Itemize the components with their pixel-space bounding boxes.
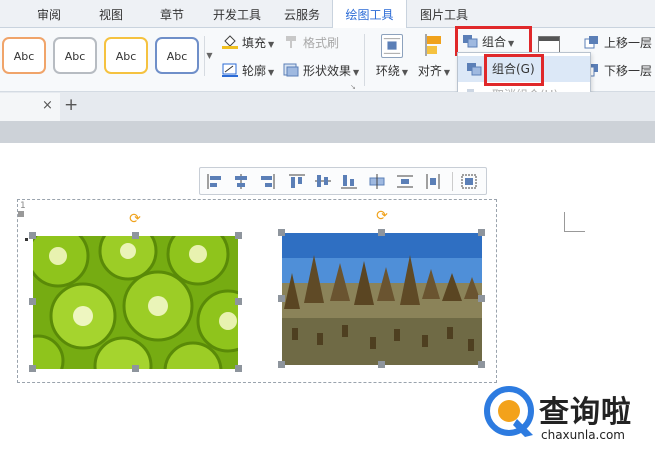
page-gutter (0, 121, 655, 143)
resize-handle[interactable] (235, 298, 242, 305)
send-backward-label: 下移一层 (604, 64, 653, 78)
resize-handle[interactable] (29, 298, 36, 305)
bring-forward-label: 上移一层 (604, 36, 653, 50)
rotate-handle-icon[interactable]: ⟳ (375, 209, 389, 223)
shape-style-1[interactable]: Abc (2, 37, 46, 74)
resize-handle[interactable] (478, 229, 485, 236)
resize-handle[interactable] (378, 229, 385, 236)
resize-handle[interactable] (278, 295, 285, 302)
align-button[interactable]: 对齐 ▼ (414, 34, 454, 79)
tab-cloud[interactable]: 云服务 (275, 0, 329, 28)
shape-style-3[interactable]: Abc (104, 37, 148, 74)
resize-handle[interactable] (235, 365, 242, 372)
close-icon[interactable]: × (42, 98, 53, 113)
align-right-icon[interactable] (258, 173, 276, 190)
format-painter-label: 格式刷 (303, 36, 340, 50)
chevron-down-icon: ▼ (401, 68, 409, 77)
kiwi-picture (33, 236, 238, 369)
toolbar-separator (452, 172, 453, 191)
resize-handle[interactable] (378, 361, 385, 368)
distribute-vertical-icon[interactable] (396, 173, 414, 190)
bring-forward-button[interactable]: 上移一层 (584, 33, 652, 53)
tab-developer[interactable]: 开发工具 (206, 0, 268, 28)
align-middle-icon[interactable] (314, 173, 332, 190)
new-tab-plus-icon[interactable]: + (64, 95, 78, 115)
watermark-url: chaxunla.com (541, 428, 625, 442)
tab-view[interactable]: 视图 (84, 0, 138, 28)
resize-handle[interactable] (132, 365, 139, 372)
align-label: 对齐 (417, 64, 442, 78)
resize-handle[interactable] (478, 295, 485, 302)
align-bottom-icon[interactable] (340, 173, 358, 190)
margin-corner-mark-right-vertical (564, 212, 565, 232)
floating-align-toolbar (199, 167, 487, 195)
wrap-label: 环绕 (375, 64, 400, 78)
document-tab-strip: × + (0, 92, 655, 121)
shape-style-2[interactable]: Abc (53, 37, 97, 74)
fill-bucket-icon (222, 35, 238, 49)
wrap-button[interactable]: 环绕 ▼ (372, 34, 412, 79)
magnifier-logo-icon (484, 386, 534, 437)
shape-effects-icon (283, 63, 299, 77)
wrap-text-icon (381, 34, 403, 58)
rotate-handle-icon[interactable]: ⟳ (128, 212, 142, 226)
fill-label: 填充 (242, 36, 267, 50)
watermark-brand: 查询啦 (539, 395, 632, 430)
chevron-down-icon: ▼ (268, 68, 275, 77)
tab-drawing-tools[interactable]: 绘图工具 (332, 0, 407, 29)
distribute-horizontal-icon[interactable] (368, 173, 386, 190)
resize-handle[interactable] (29, 232, 36, 239)
resize-handle[interactable] (278, 229, 285, 236)
tab-picture-tools[interactable]: 图片工具 (410, 0, 478, 28)
image-kiwi-slices[interactable] (33, 236, 238, 369)
watermark-logo: 查询啦 chaxunla.com (483, 381, 653, 461)
outline-button[interactable]: 轮廓 ▼ (222, 61, 274, 81)
chevron-down-icon: ▼ (268, 40, 275, 49)
tab-review[interactable]: 审阅 (22, 0, 76, 28)
resize-handle[interactable] (278, 361, 285, 368)
select-group-icon[interactable] (460, 173, 478, 190)
distribute-columns-icon[interactable] (424, 173, 442, 190)
align-icon (423, 34, 445, 58)
chevron-down-icon: ▼ (443, 68, 451, 77)
shape-style-4[interactable]: Abc (155, 37, 199, 74)
format-painter-icon (286, 36, 296, 48)
line-number-marker: 1 (20, 201, 26, 211)
send-backward-button[interactable]: 下移一层 (584, 61, 652, 81)
group-icon (467, 63, 482, 76)
styles-more-icon[interactable]: ▼ (204, 36, 214, 76)
shape-effects-label: 形状效果 (303, 64, 352, 78)
outline-pen-icon (222, 63, 238, 77)
ribbon-tab-bar: 审阅 视图 章节 开发工具 云服务 绘图工具 图片工具 (0, 0, 655, 29)
resize-handle[interactable] (235, 232, 242, 239)
dialog-launcher-icon[interactable]: ↘ (350, 83, 356, 91)
resize-handle[interactable] (478, 361, 485, 368)
align-top-icon[interactable] (288, 173, 306, 190)
fill-button[interactable]: 填充 ▼ (222, 33, 274, 53)
format-painter-button[interactable]: 格式刷 (283, 33, 339, 53)
align-center-icon[interactable] (232, 173, 250, 190)
field-picture (282, 233, 482, 365)
resize-handle[interactable] (132, 232, 139, 239)
outline-label: 轮廓 (242, 64, 267, 78)
image-rice-straw-field[interactable] (282, 233, 482, 365)
bring-forward-icon (584, 36, 598, 49)
align-left-icon[interactable] (206, 173, 224, 190)
resize-handle[interactable] (29, 365, 36, 372)
menu-item-group-highlight (484, 54, 544, 86)
margin-corner-mark-right (565, 212, 585, 232)
ribbon-separator (364, 34, 365, 86)
chevron-down-icon: ▼ (353, 68, 360, 77)
paragraph-anchor (25, 238, 28, 241)
shape-effects-button[interactable]: 形状效果 ▼ (283, 61, 359, 81)
tab-chapter[interactable]: 章节 (145, 0, 199, 28)
